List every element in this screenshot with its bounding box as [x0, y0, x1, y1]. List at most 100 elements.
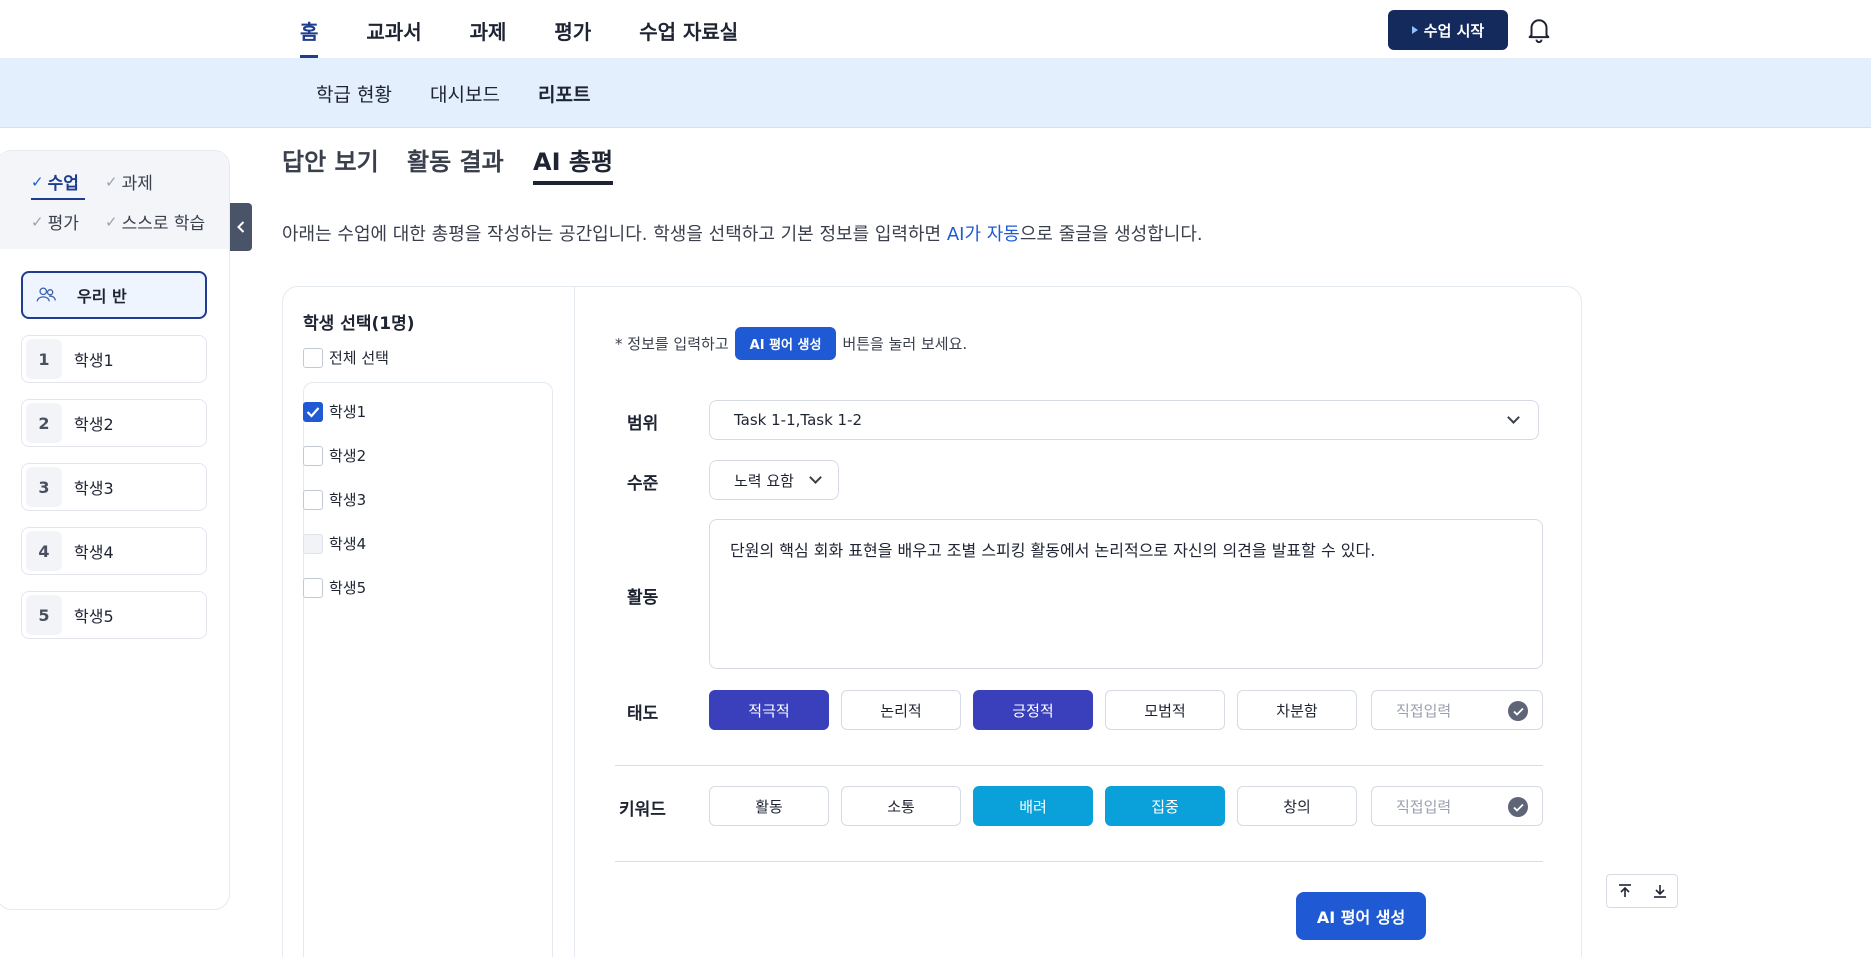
- checkbox[interactable]: [303, 577, 323, 598]
- form-hint: * 정보를 입력하고 AI 평어 생성 버튼을 눌러 보세요.: [615, 327, 967, 360]
- confirm-check-icon[interactable]: [1508, 701, 1528, 721]
- filter-assignment[interactable]: ✓ 과제: [105, 169, 153, 195]
- nav-assignment[interactable]: 과제: [470, 0, 507, 58]
- summary-form: * 정보를 입력하고 AI 평어 생성 버튼을 눌러 보세요. 범위 Task …: [575, 287, 1581, 957]
- student-name: 학생3: [74, 479, 114, 498]
- attitude-chip-positive[interactable]: 긍정적: [973, 690, 1093, 730]
- arrow-to-top-icon: [1618, 884, 1631, 897]
- keyword-chip-communication[interactable]: 소통: [841, 786, 961, 826]
- left-sidebar: ✓ 수업 ✓ 과제 ✓ 평가 ✓ 스스로 학습 우리 반 1 학생1 2 학생2…: [0, 150, 230, 910]
- student-checkbox-2[interactable]: 학생2: [303, 445, 366, 466]
- attitude-chip-calm[interactable]: 차분함: [1237, 690, 1357, 730]
- keyword-direct-input[interactable]: 직접입력: [1371, 786, 1543, 826]
- direct-input-placeholder: 직접입력: [1396, 797, 1452, 816]
- student-select-title: 학생 선택(1명): [303, 314, 415, 334]
- student-checkbox-4: 학생4: [303, 533, 366, 554]
- checkbox[interactable]: [303, 445, 323, 466]
- sub-navigation: 학급 현황 대시보드 리포트: [0, 58, 1871, 128]
- filter-assignment-label: 과제: [121, 174, 153, 194]
- student-name: 학생4: [74, 543, 114, 562]
- check-icon: ✓: [105, 172, 118, 191]
- student-name: 학생2: [74, 415, 114, 434]
- student-name: 학생3: [329, 491, 367, 509]
- range-value: Task 1-1,Task 1-2: [734, 411, 863, 429]
- sidebar-student-5[interactable]: 5 학생5: [21, 591, 207, 639]
- attitude-chip-logical[interactable]: 논리적: [841, 690, 961, 730]
- hint-text-end: 버튼을 눌러 보세요.: [842, 335, 968, 353]
- tab-ai-summary[interactable]: AI 총평: [533, 142, 614, 185]
- subnav-dashboard[interactable]: 대시보드: [430, 80, 500, 107]
- student-checklist: [303, 382, 553, 957]
- student-checkbox-5[interactable]: 학생5: [303, 577, 366, 598]
- hint-pill: AI 평어 생성: [734, 327, 837, 360]
- tab-view-answers[interactable]: 답안 보기: [282, 142, 379, 177]
- nav-home[interactable]: 홈: [300, 0, 319, 58]
- attitude-direct-input[interactable]: 직접입력: [1371, 690, 1543, 730]
- student-select-panel: 학생 선택(1명) 전체 선택 학생1 학생2 학생3 학생4 학생5: [283, 287, 575, 957]
- student-number: 1: [26, 339, 62, 379]
- checkbox[interactable]: [303, 347, 323, 368]
- start-class-button[interactable]: 수업 시작: [1388, 10, 1508, 50]
- direct-input-placeholder: 직접입력: [1396, 701, 1452, 720]
- range-select[interactable]: Task 1-1,Task 1-2: [709, 400, 1539, 440]
- student-name: 학생1: [74, 351, 114, 370]
- check-icon: ✓: [105, 212, 118, 231]
- student-checkbox-3[interactable]: 학생3: [303, 489, 366, 510]
- class-card-label: 우리 반: [77, 287, 127, 306]
- check-icon: ✓: [31, 172, 44, 191]
- select-all-checkbox[interactable]: 전체 선택: [303, 347, 389, 368]
- tab-activity-results[interactable]: 활동 결과: [407, 142, 504, 177]
- hint-text: * 정보를 입력하고: [615, 335, 729, 353]
- level-label: 수준: [627, 474, 659, 494]
- description-text-end: 으로 줄글을 생성합니다.: [1019, 224, 1203, 245]
- activity-textarea[interactable]: 단원의 핵심 회화 표현을 배우고 조별 스피킹 활동에서 논리적으로 자신의 …: [709, 519, 1543, 669]
- student-name: 학생5: [329, 579, 367, 597]
- sidebar-collapse-button[interactable]: [230, 203, 252, 251]
- page-description: 아래는 수업에 대한 총평을 작성하는 공간입니다. 학생을 선택하고 기본 정…: [282, 220, 1203, 246]
- keyword-chip-creativity[interactable]: 창의: [1237, 786, 1357, 826]
- sidebar-student-2[interactable]: 2 학생2: [21, 399, 207, 447]
- subnav-class-status[interactable]: 학급 현황: [316, 80, 392, 107]
- student-name: 학생1: [329, 403, 367, 421]
- checkbox[interactable]: [303, 401, 323, 422]
- confirm-check-icon[interactable]: [1508, 797, 1528, 817]
- keyword-chip-focus[interactable]: 집중: [1105, 786, 1225, 826]
- sidebar-student-3[interactable]: 3 학생3: [21, 463, 207, 511]
- top-navigation: 홈 교과서 과제 평가 수업 자료실 수업 시작: [0, 0, 1871, 58]
- checkbox[interactable]: [303, 489, 323, 510]
- subnav-report[interactable]: 리포트: [538, 80, 590, 107]
- attitude-chip-active[interactable]: 적극적: [709, 690, 829, 730]
- filter-class-label: 수업: [47, 174, 79, 194]
- attitude-chip-exemplary[interactable]: 모범적: [1105, 690, 1225, 730]
- chevron-down-icon: [1507, 411, 1520, 424]
- divider: [615, 861, 1543, 862]
- level-select[interactable]: 노력 요함: [709, 460, 839, 500]
- scroll-bottom-button[interactable]: [1642, 875, 1677, 907]
- keyword-chip-activity[interactable]: 활동: [709, 786, 829, 826]
- sidebar-student-4[interactable]: 4 학생4: [21, 527, 207, 575]
- nav-textbook[interactable]: 교과서: [366, 0, 421, 58]
- bell-icon[interactable]: [1524, 14, 1554, 44]
- nav-evaluation[interactable]: 평가: [554, 0, 591, 58]
- filter-class[interactable]: ✓ 수업: [31, 169, 85, 200]
- scroll-controls: [1606, 874, 1678, 908]
- filter-self-study-label: 스스로 학습: [121, 214, 206, 234]
- nav-class-materials[interactable]: 수업 자료실: [639, 0, 738, 58]
- class-card-our-class[interactable]: 우리 반: [21, 271, 207, 319]
- student-checkbox-1[interactable]: 학생1: [303, 401, 366, 422]
- description-highlight: AI가 자동: [946, 224, 1020, 245]
- ai-generate-button[interactable]: AI 평어 생성: [1296, 892, 1426, 940]
- play-icon: [1411, 26, 1418, 34]
- main-menu: 홈 교과서 과제 평가 수업 자료실: [300, 0, 738, 58]
- scroll-top-button[interactable]: [1607, 875, 1642, 907]
- users-icon: [36, 287, 56, 302]
- filter-evaluation[interactable]: ✓ 평가: [31, 209, 79, 235]
- attitude-label: 태도: [627, 704, 659, 724]
- keyword-chip-consideration[interactable]: 배려: [973, 786, 1093, 826]
- sidebar-student-1[interactable]: 1 학생1: [21, 335, 207, 383]
- filter-self-study[interactable]: ✓ 스스로 학습: [105, 209, 206, 235]
- chevron-left-icon: [237, 221, 245, 233]
- start-class-label: 수업 시작: [1423, 21, 1485, 40]
- check-icon: ✓: [31, 212, 44, 231]
- sidebar-filter-area: [0, 151, 229, 249]
